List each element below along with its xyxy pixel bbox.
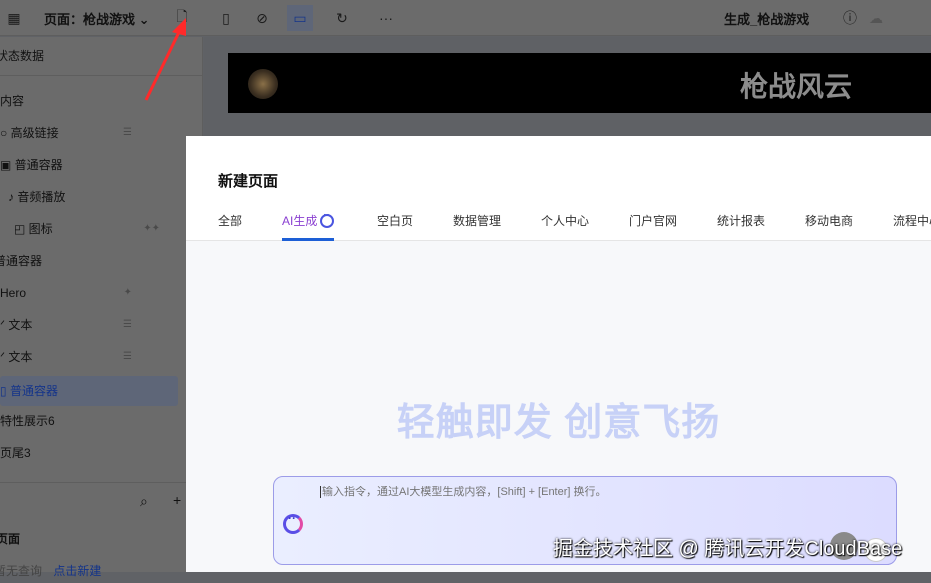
container-icon: ▯ bbox=[0, 384, 10, 398]
tab-reports[interactable]: 统计报表 bbox=[717, 212, 765, 241]
divider bbox=[0, 75, 203, 76]
search-icon[interactable]: ⌕ bbox=[140, 493, 148, 510]
mobile-icon[interactable]: ▯ bbox=[216, 8, 236, 28]
page-title: 生成_枪战游戏 bbox=[724, 12, 810, 27]
link-icon: ○ bbox=[0, 126, 11, 140]
tab-workflow[interactable]: 流程中心 bbox=[893, 212, 931, 241]
more-icon[interactable]: ··· bbox=[376, 8, 396, 28]
tree-item[interactable]: ᐟ 文本 ☰ bbox=[0, 345, 180, 369]
section-state-data[interactable]: 状态数据 bbox=[0, 44, 176, 68]
tree-item[interactable]: ᐟ 文本 ☰ bbox=[0, 313, 180, 337]
dialog-header: 新建页面 全部 AI生成 空白页 数据管理 个人中心 门户官网 统计报表 移动电… bbox=[186, 136, 931, 241]
ai-bot-icon bbox=[320, 210, 335, 228]
pages-label: 页面 bbox=[0, 532, 21, 546]
desktop-icon[interactable]: ▭ bbox=[287, 5, 313, 31]
tab-all[interactable]: 全部 bbox=[218, 212, 242, 241]
component-tree-sidebar: 状态数据 内容 ○ 高级链接 ☰ ▣ 普通容器 ♪ 音频播放 ◰ 图标 ✦✦ 普通容… bbox=[0, 37, 203, 578]
container-icon: ▣ bbox=[0, 158, 15, 172]
add-icon[interactable]: + bbox=[173, 492, 181, 508]
db-icon: ☰ bbox=[123, 351, 132, 362]
chevron-down-icon: ⌄ bbox=[138, 12, 150, 27]
db-icon: ☰ bbox=[123, 319, 132, 330]
prompt-input[interactable] bbox=[320, 486, 880, 498]
tree-item[interactable]: ◰ 图标 ✦✦ bbox=[14, 217, 194, 241]
tree-item[interactable]: ○ 高级链接 ☰ bbox=[0, 121, 180, 145]
tree-item[interactable]: 内容 bbox=[0, 89, 180, 113]
mini-program-icon[interactable]: ⊘ bbox=[252, 8, 272, 28]
layout-icon[interactable]: ▦ bbox=[4, 8, 24, 28]
page-selector[interactable]: 页面：枪战游戏 ⌄ bbox=[44, 9, 150, 28]
refresh-icon[interactable]: ↻ bbox=[332, 8, 352, 28]
db-icon: ☰ bbox=[123, 127, 132, 138]
divider bbox=[0, 482, 188, 483]
page-banner: 枪战风云 bbox=[228, 53, 931, 113]
music-icon: ♪ bbox=[8, 190, 18, 204]
slogan: 轻触即发 创意飞扬 bbox=[396, 402, 721, 444]
tab-mobile-commerce[interactable]: 移动电商 bbox=[805, 212, 853, 241]
avatar bbox=[248, 69, 278, 99]
banner-title: 枪战风云 bbox=[740, 71, 853, 102]
shape-icon: ◰ bbox=[14, 222, 29, 236]
tab-blank[interactable]: 空白页 bbox=[377, 212, 413, 241]
tab-personal-center[interactable]: 个人中心 bbox=[541, 212, 589, 241]
ai-icon: ✦ bbox=[123, 287, 132, 298]
watermark: 掘金技术社区 @ 腾讯云开发CloudBase bbox=[553, 538, 903, 560]
tree-item[interactable]: Hero ✦ bbox=[0, 281, 180, 305]
top-toolbar: ▦ 页面：枪战游戏 ⌄ 🗋 ▯ ⊘ ▭ ↻ ··· 生成_枪战游戏 ⓘ ☁ bbox=[0, 0, 931, 36]
tab-portal[interactable]: 门户官网 bbox=[629, 212, 677, 241]
tab-ai-generate[interactable]: AI生成 bbox=[282, 210, 335, 241]
tab-data-management[interactable]: 数据管理 bbox=[453, 212, 501, 241]
tree-item-selected[interactable]: ▯ 普通容器 bbox=[0, 376, 178, 406]
tree-item[interactable]: 普通容器 bbox=[0, 249, 174, 273]
ai-bot-icon bbox=[283, 511, 303, 534]
tree-item[interactable]: ▣ 普通容器 bbox=[0, 153, 180, 177]
query-label: 暂无查询 点击新建 bbox=[0, 564, 102, 578]
new-query-link[interactable]: 点击新建 bbox=[53, 564, 101, 578]
info-icon[interactable]: ⓘ bbox=[840, 8, 860, 28]
dialog-title: 新建页面 bbox=[218, 173, 279, 190]
tree-item[interactable]: 特性展示6 bbox=[0, 409, 180, 433]
tree-item[interactable]: 页尾3 bbox=[0, 441, 180, 465]
tree-item[interactable]: ♪ 音频播放 bbox=[8, 185, 188, 209]
ai-icon: ✦✦ bbox=[143, 223, 160, 234]
new-page-dialog: 新建页面 全部 AI生成 空白页 数据管理 个人中心 门户官网 统计报表 移动电… bbox=[186, 136, 931, 572]
cloud-icon[interactable]: ☁ bbox=[866, 8, 886, 28]
add-page-icon[interactable]: 🗋 bbox=[172, 8, 192, 28]
